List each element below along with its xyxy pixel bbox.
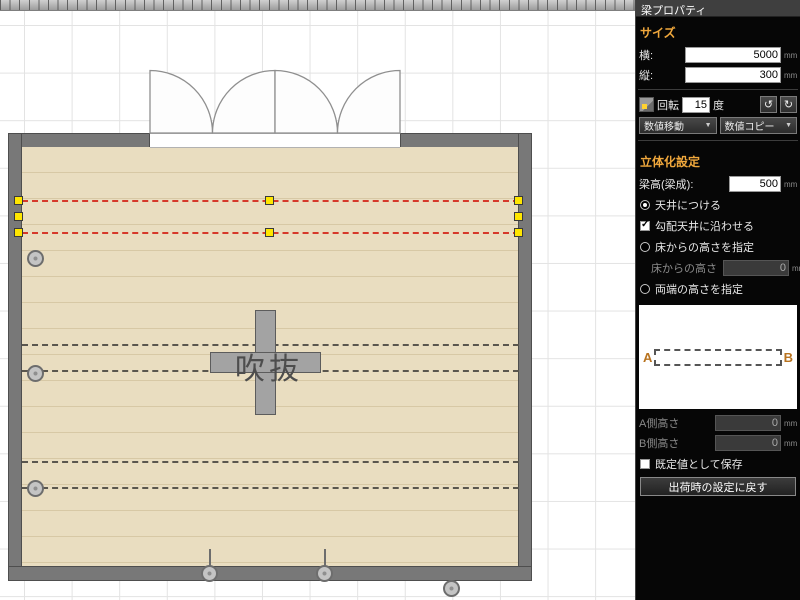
rotate-ccw-button[interactable]: ↺ [760, 96, 777, 113]
size-section-header: サイズ [636, 17, 800, 44]
column-stem [209, 549, 211, 566]
wall-top-right[interactable] [400, 133, 532, 148]
radio-both-ends[interactable] [640, 284, 650, 294]
beam-tool-icon [639, 97, 654, 112]
selection-handle[interactable] [14, 212, 23, 221]
checkbox-follow-slope[interactable] [640, 221, 650, 231]
beam-height-input[interactable] [729, 176, 781, 192]
b-side-unit: mm [784, 439, 797, 448]
beam-height-unit: mm [784, 180, 797, 189]
option-floor-height-label: 床からの高さを指定 [655, 239, 754, 255]
column-symbol[interactable] [27, 365, 44, 382]
option-both-ends-label: 両端の高さを指定 [655, 281, 743, 297]
floor-height-input [723, 260, 789, 276]
beam-outline[interactable] [22, 461, 519, 463]
width-input[interactable] [685, 47, 781, 63]
beam-properties-panel: 梁プロパティ サイズ 横: mm 縦: mm 回転 度 ↺ ↻ 数値移動 ▼ 数… [635, 0, 800, 600]
divider [638, 89, 798, 90]
floor-height-unit: mm [792, 264, 800, 273]
option-follow-slope-label: 勾配天井に沿わせる [655, 218, 754, 234]
b-side-height-label: B側高さ [639, 435, 679, 451]
door-leaf[interactable] [150, 71, 213, 134]
numeric-copy-dropdown[interactable]: 数値コピー ▼ [720, 117, 798, 134]
numeric-copy-label: 数値コピー [725, 118, 775, 133]
door-opening[interactable] [150, 133, 400, 148]
door-leaf[interactable] [338, 71, 401, 134]
wall-top-left[interactable] [8, 133, 150, 148]
selection-handle[interactable] [14, 196, 23, 205]
beam-outline[interactable] [22, 487, 519, 489]
column-symbol[interactable] [316, 565, 333, 582]
selection-handle[interactable] [514, 228, 523, 237]
radio-floor-height[interactable] [640, 242, 650, 252]
rotation-label: 回転 [657, 97, 679, 113]
selection-handle[interactable] [14, 228, 23, 237]
degree-label: 度 [713, 97, 724, 113]
numeric-move-dropdown[interactable]: 数値移動 ▼ [639, 117, 717, 134]
width-unit: mm [784, 51, 797, 60]
selection-handle[interactable] [514, 196, 523, 205]
door-swing-arcs [147, 66, 403, 135]
void-label: 吹抜 [235, 344, 303, 388]
floor-height-label: 床からの高さ [651, 260, 717, 276]
horizontal-ruler [0, 0, 635, 11]
selection-handle[interactable] [265, 196, 274, 205]
selection-handle[interactable] [514, 212, 523, 221]
chevron-down-icon: ▼ [705, 122, 712, 129]
a-side-unit: mm [784, 419, 797, 428]
height-unit: mm [784, 71, 797, 80]
divider [638, 140, 798, 141]
rotation-input[interactable] [682, 97, 710, 113]
door-leaf[interactable] [213, 71, 276, 134]
door-leaf[interactable] [275, 71, 338, 134]
a-side-height-input [715, 415, 781, 431]
column-symbol[interactable] [27, 480, 44, 497]
solid-section-header: 立体化設定 [636, 146, 800, 173]
beam-elevation-preview: A B [639, 305, 797, 409]
option-floor-height[interactable]: 床からの高さを指定 [636, 237, 800, 257]
chevron-down-icon: ▼ [785, 122, 792, 129]
width-label: 横: [639, 47, 653, 63]
b-side-height-input [715, 435, 781, 451]
wall-bottom[interactable] [8, 566, 532, 581]
reset-to-factory-button[interactable]: 出荷時の設定に戻す [640, 477, 796, 496]
column-symbol[interactable] [27, 250, 44, 267]
preview-b-label: B [784, 350, 793, 365]
radio-attach-ceiling[interactable] [640, 200, 650, 210]
checkbox-save-default[interactable] [640, 459, 650, 469]
column-symbol[interactable] [201, 565, 218, 582]
selection-handle[interactable] [265, 228, 274, 237]
preview-beam-dashed-outline [654, 349, 781, 366]
option-follow-slope[interactable]: 勾配天井に沿わせる [636, 216, 800, 236]
preview-a-label: A [643, 350, 652, 365]
column-symbol[interactable] [443, 580, 460, 597]
height-label: 縦: [639, 67, 653, 83]
option-attach-ceiling[interactable]: 天井につける [636, 195, 800, 215]
floorplan-canvas[interactable]: 吹抜 [0, 0, 635, 600]
option-attach-ceiling-label: 天井につける [655, 197, 721, 213]
option-both-ends[interactable]: 両端の高さを指定 [636, 279, 800, 299]
option-save-default[interactable]: 既定値として保存 [636, 454, 800, 474]
beam-height-label: 梁高(梁成): [639, 176, 693, 192]
numeric-move-label: 数値移動 [644, 118, 684, 133]
option-save-default-label: 既定値として保存 [655, 456, 743, 472]
a-side-height-label: A側高さ [639, 415, 679, 431]
panel-title: 梁プロパティ [636, 0, 800, 17]
rotate-cw-button[interactable]: ↻ [780, 96, 797, 113]
height-input[interactable] [685, 67, 781, 83]
column-stem [324, 549, 326, 566]
